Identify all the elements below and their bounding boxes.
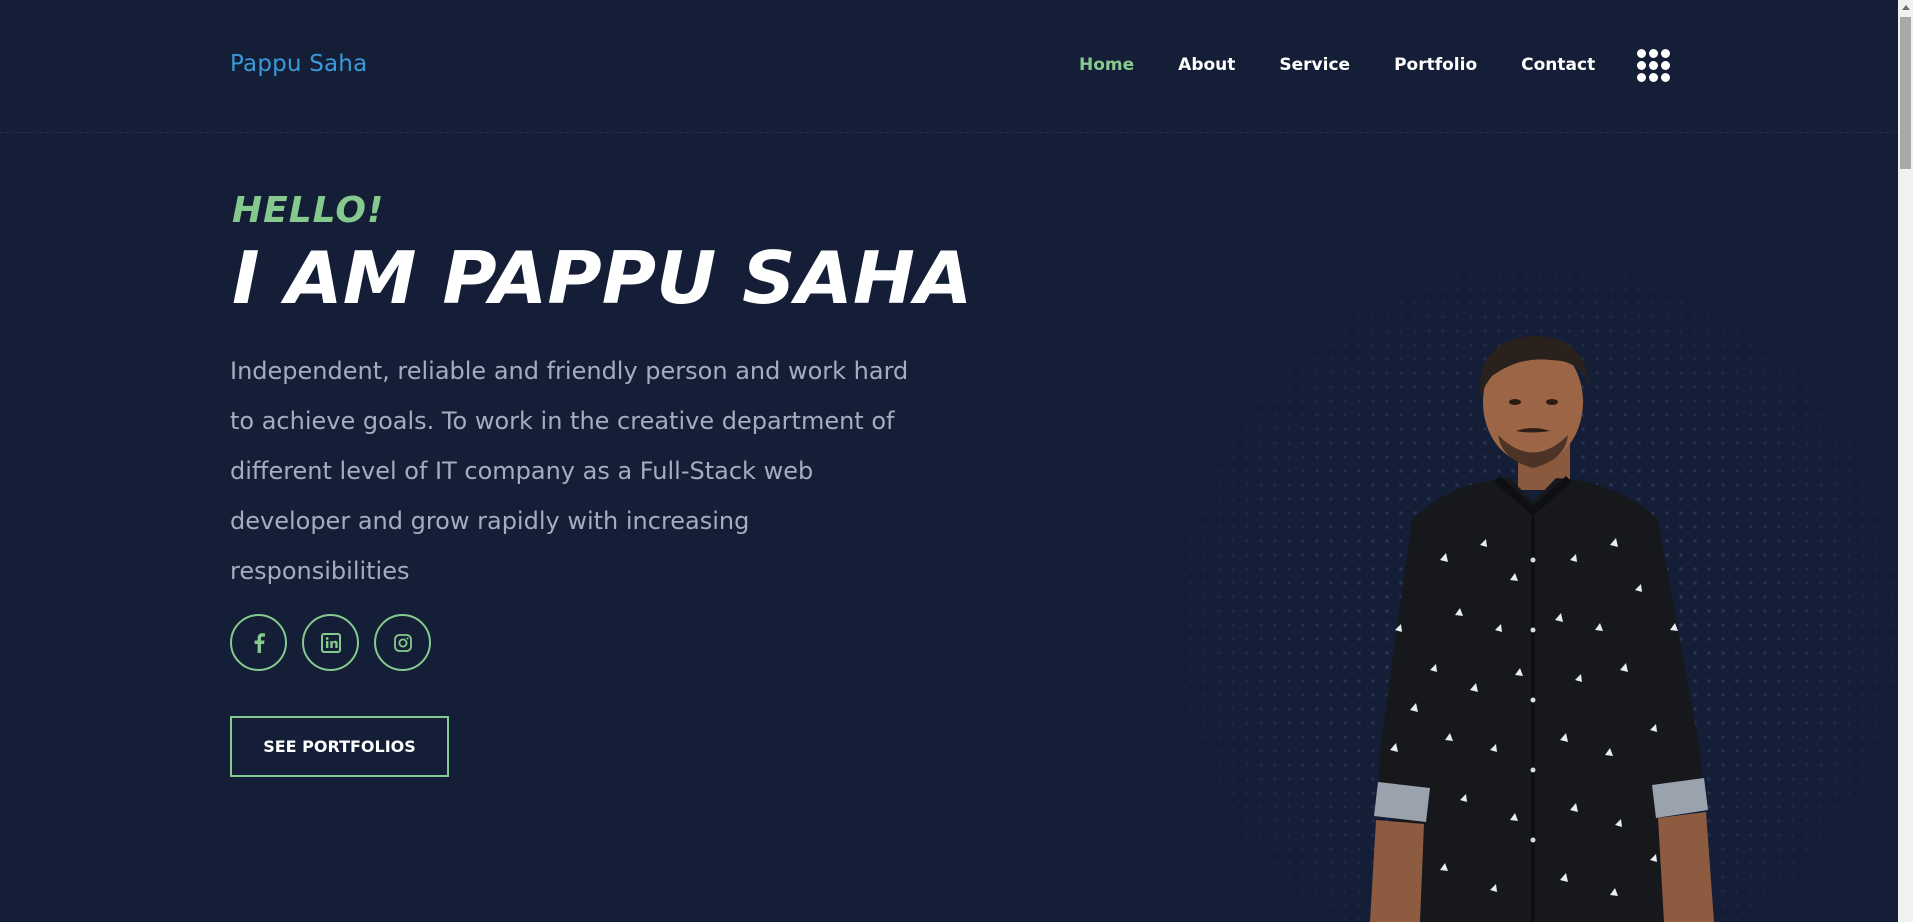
facebook-link[interactable] xyxy=(230,614,287,671)
site-logo[interactable]: Pappu Saha xyxy=(230,51,367,77)
social-links xyxy=(230,614,446,671)
nav-item-portfolio[interactable]: Portfolio xyxy=(1394,55,1477,75)
scroll-up-arrow-icon[interactable] xyxy=(1898,0,1913,15)
nav-item-home[interactable]: Home xyxy=(1079,55,1134,75)
hero-greeting: HELLO! xyxy=(232,190,385,231)
grid-dots-icon[interactable] xyxy=(1637,49,1671,83)
main-nav: Home About Service Portfolio Contact xyxy=(1079,55,1639,75)
nav-item-contact[interactable]: Contact xyxy=(1521,55,1595,75)
nav-item-service[interactable]: Service xyxy=(1279,55,1350,75)
scrollbar-thumb[interactable] xyxy=(1900,17,1911,169)
facebook-icon xyxy=(254,632,265,653)
linkedin-icon xyxy=(320,632,341,653)
hero-description: Independent, reliable and friendly perso… xyxy=(230,357,909,585)
page-scrollbar[interactable] xyxy=(1898,0,1913,922)
instagram-link[interactable] xyxy=(374,614,431,671)
see-portfolios-button[interactable]: SEE PORTFOLIOS xyxy=(230,716,449,777)
linkedin-link[interactable] xyxy=(302,614,359,671)
nav-item-about[interactable]: About xyxy=(1178,55,1235,75)
profile-photo xyxy=(1370,335,1714,922)
instagram-icon xyxy=(393,633,412,652)
page: Pappu Saha Home About Service Portfolio … xyxy=(0,0,1913,922)
site-header: Pappu Saha Home About Service Portfolio … xyxy=(0,0,1898,133)
hero-headline: I AM PAPPU SAHA xyxy=(232,236,973,320)
